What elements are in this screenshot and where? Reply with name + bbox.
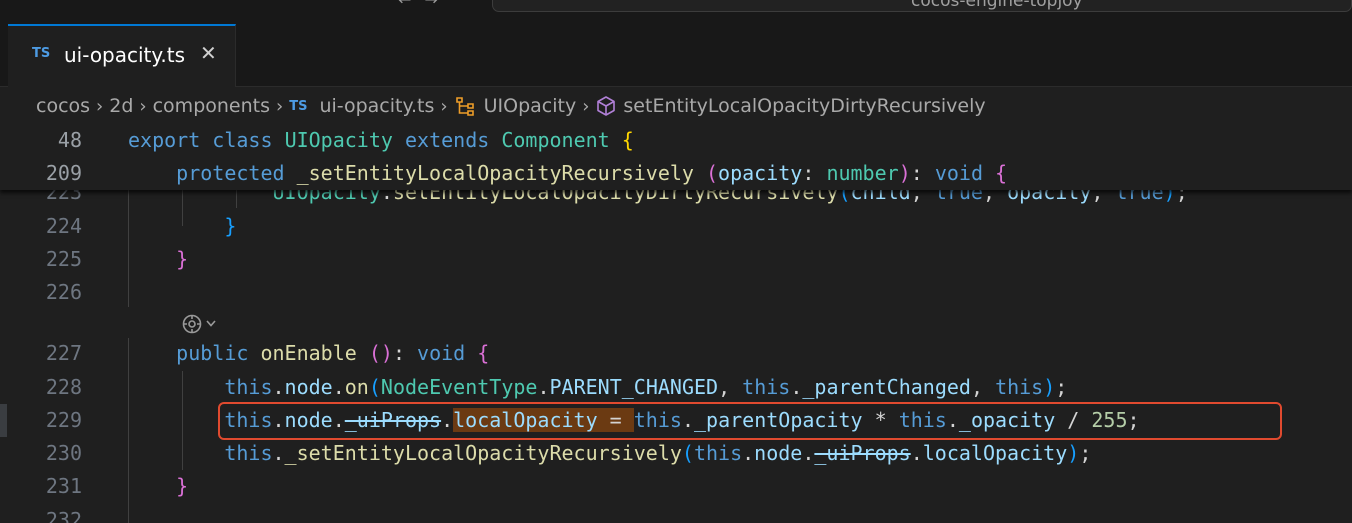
- copilot-icon: [182, 314, 216, 334]
- breadcrumb-label: cocos: [36, 95, 91, 117]
- breadcrumb-label: ui-opacity.ts: [319, 95, 435, 117]
- line-number: 224: [45, 214, 82, 238]
- code-text: this.node._uiProps.localOpacity = this._…: [224, 408, 1140, 432]
- code-text: this.node.on(NodeEventType.PARENT_CHANGE…: [224, 375, 1068, 399]
- code-line[interactable]: 209 protected _setEntityLocalOpacityRecu…: [0, 157, 1352, 190]
- code-line[interactable]: 228 this.node.on(NodeEventType.PARENT_CH…: [0, 371, 1352, 404]
- code-line[interactable]: 232: [0, 504, 1352, 523]
- chevron-right-icon: ›: [139, 95, 147, 117]
- code-text: this._setEntityLocalOpacityRecursively(t…: [224, 441, 1092, 465]
- code-text: }: [176, 474, 189, 498]
- tab-label: ui-opacity.ts: [64, 43, 186, 67]
- code-line[interactable]: 229 this.node._uiProps.localOpacity = th…: [0, 404, 1352, 437]
- line-number: 228: [45, 375, 82, 399]
- code-text: }: [176, 247, 189, 271]
- breadcrumb-item-method[interactable]: setEntityLocalOpacityDirtyRecursively: [595, 95, 986, 117]
- code-line[interactable]: 230 this._setEntityLocalOpacityRecursive…: [0, 437, 1352, 470]
- code-line[interactable]: 48 export class UIOpacity extends Compone…: [0, 124, 1352, 157]
- line-number: 231: [45, 474, 82, 498]
- code-line[interactable]: 227 public onEnable (): void {: [0, 337, 1352, 370]
- chevron-right-icon: ›: [276, 95, 284, 117]
- line-number: 226: [45, 280, 82, 304]
- code-text: export class UIOpacity extends Component…: [128, 128, 634, 152]
- typescript-file-icon: TS: [289, 98, 308, 114]
- breadcrumb-label: 2d: [109, 95, 134, 117]
- line-number: 48: [57, 128, 82, 152]
- command-center-search[interactable]: cocos-engine-topjoy: [492, 0, 1352, 12]
- code-line[interactable]: 225 }: [0, 243, 1352, 276]
- breadcrumb-item-components[interactable]: components: [153, 95, 270, 117]
- breadcrumb: cocos › 2d › components › TS ui-opacity.…: [36, 92, 986, 120]
- code-editor[interactable]: 223 UIOpacity.setEntityLocalOpacityDirty…: [0, 124, 1352, 523]
- line-number: 225: [45, 247, 82, 271]
- line-number: 227: [45, 341, 82, 365]
- class-symbol-icon: [455, 97, 474, 116]
- close-icon[interactable]: ✕: [200, 41, 217, 65]
- line-number: 230: [45, 441, 82, 465]
- breadcrumb-item-file[interactable]: TS ui-opacity.ts: [289, 95, 434, 117]
- line-number: 209: [45, 161, 82, 185]
- breadcrumb-item-cocos[interactable]: cocos: [36, 95, 90, 117]
- line-number: 232: [45, 508, 82, 523]
- code-text: }: [224, 214, 237, 238]
- nav-arrows[interactable]: ← →: [398, 0, 442, 9]
- breadcrumb-item-class[interactable]: UIOpacity: [454, 95, 577, 117]
- typescript-file-icon: TS: [32, 46, 51, 61]
- sticky-scroll-header[interactable]: 48 export class UIOpacity extends Compone…: [0, 124, 1352, 190]
- tab-ui-opacity-ts[interactable]: TS ui-opacity.ts ✕: [8, 24, 236, 87]
- chevron-right-icon: ›: [96, 95, 104, 117]
- line-number: 229: [45, 408, 82, 432]
- code-line[interactable]: 231 }: [0, 470, 1352, 503]
- code-text: protected _setEntityLocalOpacityRecursiv…: [176, 161, 1008, 185]
- breadcrumb-item-2d[interactable]: 2d: [109, 95, 133, 117]
- title-bar: ← → cocos-engine-topjoy: [0, 0, 1352, 24]
- breadcrumb-label: components: [152, 95, 270, 117]
- code-text: public onEnable (): void {: [176, 341, 490, 365]
- copilot-code-lens[interactable]: [178, 312, 228, 336]
- method-cube-icon: [597, 96, 616, 116]
- code-line[interactable]: 226: [0, 276, 1352, 309]
- editor-tab-bar: TS ui-opacity.ts ✕: [0, 24, 1352, 87]
- command-center-text: cocos-engine-topjoy: [911, 0, 1083, 11]
- code-line[interactable]: 224 }: [0, 210, 1352, 243]
- chevron-right-icon: ›: [582, 95, 590, 117]
- chevron-right-icon: ›: [440, 95, 448, 117]
- breadcrumb-label: UIOpacity: [483, 95, 577, 117]
- breadcrumb-label: setEntityLocalOpacityDirtyRecursively: [623, 95, 986, 117]
